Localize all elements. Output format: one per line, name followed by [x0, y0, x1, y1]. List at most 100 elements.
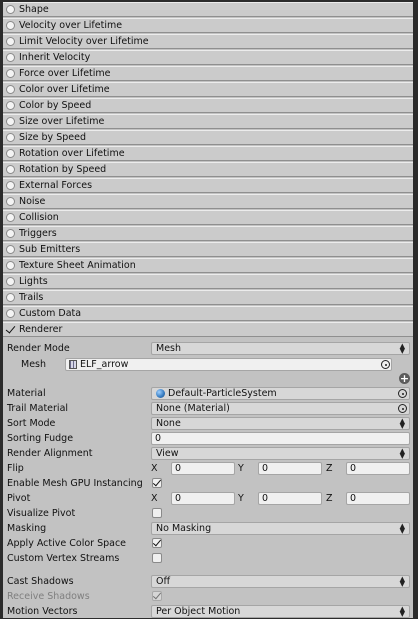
module-header-lights[interactable]: Lights [3, 274, 413, 289]
module-header-rotation-over-lifetime[interactable]: Rotation over Lifetime [3, 146, 413, 161]
axis-x-label: X [151, 493, 158, 504]
material-value: Default-ParticleSystem [168, 388, 277, 399]
module-label: Renderer [19, 324, 63, 335]
module-toggle-circle-icon[interactable] [6, 181, 15, 190]
module-toggle-circle-icon[interactable] [6, 53, 15, 62]
module-toggle-circle-icon[interactable] [6, 133, 15, 142]
visualize-pivot-checkbox[interactable] [152, 508, 162, 518]
add-mesh-plus-icon[interactable]: + [399, 373, 410, 384]
module-label: Trails [19, 292, 44, 303]
pivot-y-input[interactable]: 0 [258, 492, 322, 505]
module-toggle-circle-icon[interactable] [6, 261, 15, 270]
module-header-limit-velocity-over-lifetime[interactable]: Limit Velocity over Lifetime [3, 34, 413, 49]
mesh-object-field[interactable]: ELF_arrow [65, 358, 392, 371]
sort-mode-label: Sort Mode [7, 418, 56, 429]
module-header-inherit-velocity[interactable]: Inherit Velocity [3, 50, 413, 65]
flip-x-input[interactable]: 0 [171, 462, 235, 475]
material-row: Material Default-ParticleSystem [3, 386, 413, 401]
module-toggle-circle-icon[interactable] [6, 117, 15, 126]
particle-system-inspector: Shape Velocity over Lifetime Limit Velocit… [3, 2, 413, 618]
module-toggle-circle-icon[interactable] [6, 277, 15, 286]
apply-active-color-space-checkbox[interactable] [152, 538, 162, 548]
trail-material-object-field[interactable]: None (Material) [151, 402, 410, 415]
flip-z-input[interactable]: 0 [346, 462, 410, 475]
flip-x-value: 0 [175, 463, 182, 474]
module-toggle-circle-icon[interactable] [6, 229, 15, 238]
custom-vertex-streams-row: Custom Vertex Streams [3, 551, 413, 566]
pivot-x-input[interactable]: 0 [171, 492, 235, 505]
module-label: Size over Lifetime [19, 116, 105, 127]
module-enabled-checkmark-icon[interactable] [6, 325, 15, 334]
module-label: Limit Velocity over Lifetime [19, 36, 149, 47]
module-toggle-circle-icon[interactable] [6, 37, 15, 46]
module-header-custom-data[interactable]: Custom Data [3, 306, 413, 321]
module-header-color-over-lifetime[interactable]: Color over Lifetime [3, 82, 413, 97]
module-header-renderer[interactable]: Renderer [3, 322, 413, 337]
module-label: Inherit Velocity [19, 52, 91, 63]
module-toggle-circle-icon[interactable] [6, 149, 15, 158]
module-header-external-forces[interactable]: External Forces [3, 178, 413, 193]
module-header-sub-emitters[interactable]: Sub Emitters [3, 242, 413, 257]
render-mode-dropdown[interactable]: Mesh ▲ ▼ [151, 342, 410, 355]
cast-shadows-value: Off [156, 576, 171, 587]
sorting-fudge-input[interactable]: 0 [151, 432, 410, 445]
masking-row: Masking No Masking ▲ ▼ [3, 521, 413, 536]
flip-row: Flip X 0 Y 0 Z 0 [3, 461, 413, 476]
flip-label: Flip [7, 463, 24, 474]
module-toggle-circle-icon[interactable] [6, 213, 15, 222]
trail-material-label: Trail Material [7, 403, 69, 414]
module-header-triggers[interactable]: Triggers [3, 226, 413, 241]
masking-dropdown[interactable]: No Masking ▲ ▼ [151, 522, 410, 535]
module-toggle-circle-icon[interactable] [6, 85, 15, 94]
module-header-velocity-over-lifetime[interactable]: Velocity over Lifetime [3, 18, 413, 33]
module-toggle-circle-icon[interactable] [6, 101, 15, 110]
object-picker-icon[interactable] [398, 389, 407, 398]
module-label: Size by Speed [19, 132, 86, 143]
render-alignment-dropdown[interactable]: View ▲ ▼ [151, 447, 410, 460]
pivot-z-input[interactable]: 0 [346, 492, 410, 505]
cast-shadows-label: Cast Shadows [7, 576, 74, 587]
module-header-force-over-lifetime[interactable]: Force over Lifetime [3, 66, 413, 81]
sorting-fudge-row: Sorting Fudge 0 [3, 431, 413, 446]
module-toggle-circle-icon[interactable] [6, 21, 15, 30]
module-header-collision[interactable]: Collision [3, 210, 413, 225]
cast-shadows-row: Cast Shadows Off ▲ ▼ [3, 574, 413, 589]
flip-z-value: 0 [350, 463, 357, 474]
module-header-shape[interactable]: Shape [3, 2, 413, 17]
object-picker-icon[interactable] [398, 404, 407, 413]
module-toggle-circle-icon[interactable] [6, 165, 15, 174]
module-header-size-by-speed[interactable]: Size by Speed [3, 130, 413, 145]
module-header-rotation-by-speed[interactable]: Rotation by Speed [3, 162, 413, 177]
module-header-texture-sheet-animation[interactable]: Texture Sheet Animation [3, 258, 413, 273]
motion-vectors-dropdown[interactable]: Per Object Motion ▲ ▼ [151, 605, 410, 618]
visualize-pivot-label: Visualize Pivot [7, 508, 76, 519]
module-header-trails[interactable]: Trails [3, 290, 413, 305]
receive-shadows-label: Receive Shadows [7, 591, 90, 602]
material-object-field[interactable]: Default-ParticleSystem [151, 387, 410, 400]
module-toggle-circle-icon[interactable] [6, 309, 15, 318]
custom-vertex-streams-checkbox[interactable] [152, 553, 162, 563]
axis-z-label: Z [326, 463, 333, 474]
dropdown-arrows-icon: ▲ ▼ [399, 575, 405, 588]
module-label: External Forces [19, 180, 93, 191]
sort-mode-dropdown[interactable]: None ▲ ▼ [151, 417, 410, 430]
flip-y-value: 0 [262, 463, 269, 474]
render-mode-value: Mesh [156, 343, 182, 354]
module-toggle-circle-icon[interactable] [6, 245, 15, 254]
module-toggle-circle-icon[interactable] [6, 293, 15, 302]
cast-shadows-dropdown[interactable]: Off ▲ ▼ [151, 575, 410, 588]
module-toggle-circle-icon[interactable] [6, 5, 15, 14]
module-header-size-over-lifetime[interactable]: Size over Lifetime [3, 114, 413, 129]
object-picker-icon[interactable] [381, 360, 390, 369]
module-label: Velocity over Lifetime [19, 20, 123, 31]
module-toggle-circle-icon[interactable] [6, 69, 15, 78]
module-label: Triggers [19, 228, 57, 239]
gpu-instancing-checkbox[interactable] [152, 478, 162, 488]
motion-vectors-row: Motion Vectors Per Object Motion ▲ ▼ [3, 604, 413, 619]
module-header-noise[interactable]: Noise [3, 194, 413, 209]
module-label: Force over Lifetime [19, 68, 111, 79]
module-label: Rotation by Speed [19, 164, 107, 175]
module-toggle-circle-icon[interactable] [6, 197, 15, 206]
module-header-color-by-speed[interactable]: Color by Speed [3, 98, 413, 113]
flip-y-input[interactable]: 0 [258, 462, 322, 475]
